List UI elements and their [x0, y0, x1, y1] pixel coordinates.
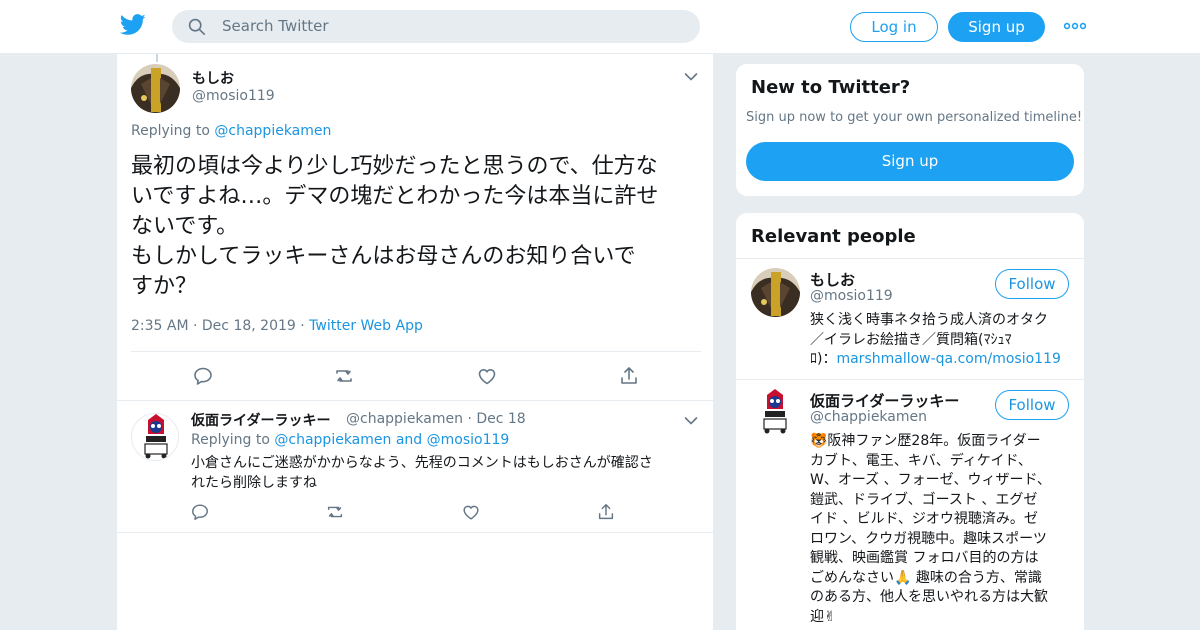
- author-handle[interactable]: @mosio119: [192, 88, 275, 104]
- divider: [131, 351, 701, 352]
- tweet-source-link[interactable]: Twitter Web App: [309, 318, 423, 334]
- replying-to-link[interactable]: @chappiekamen: [274, 432, 391, 448]
- tweet-meta: 2:35 AM · Dec 18, 2019 · Twitter Web App: [131, 318, 423, 334]
- top-navigation-bar: Search Twitter Log in Sign up: [0, 0, 1200, 54]
- more-horizontal-icon[interactable]: [1064, 18, 1086, 34]
- reply-icon[interactable]: [192, 365, 214, 387]
- share-icon[interactable]: [618, 365, 640, 387]
- search-input[interactable]: Search Twitter: [222, 18, 329, 35]
- thread-connector-line: [156, 54, 158, 62]
- replying-to-prefix: Replying to: [131, 123, 210, 139]
- card-subtitle: Sign up now to get your own personalized…: [746, 110, 1083, 125]
- person-handle[interactable]: @chappiekamen: [810, 409, 927, 425]
- reply-tweet-text: 小倉さんにご迷惑がかからなよう、先程のコメントはもしおさんが確認さ れたら削除し…: [191, 455, 653, 491]
- author-name[interactable]: もしお: [192, 68, 234, 88]
- person-bio: 🐯阪神ファン歴28年。仮面ライダー カブト、電王、キバ、ディケイド、 W、オーズ…: [810, 433, 1051, 625]
- avatar-image: [763, 389, 787, 434]
- follow-button[interactable]: Follow: [995, 269, 1069, 299]
- tweet-text: 最初の頃は今より少し巧妙だったと思うので、仕方な いですよね…。デマの塊だとわか…: [131, 154, 659, 299]
- search-icon: [188, 18, 206, 36]
- reply-author-name[interactable]: 仮面ライダーラッキー: [191, 410, 330, 430]
- avatar[interactable]: [131, 64, 180, 113]
- separator-dot: ·: [193, 318, 198, 334]
- divider: [117, 532, 715, 533]
- chevron-down-icon[interactable]: [684, 416, 698, 426]
- avatar[interactable]: [131, 413, 179, 461]
- retweet-icon[interactable]: [325, 502, 345, 522]
- person-bio-link[interactable]: marshmallow-qa.com/mosio119: [836, 351, 1060, 367]
- replying-to-line: Replying to @chappiekamen and @mosio119: [191, 432, 509, 448]
- retweet-icon[interactable]: [333, 365, 355, 387]
- relevant-people-card: Relevant people もしお @mosio119 Follow 狭く浅…: [735, 212, 1085, 630]
- person-name[interactable]: もしお: [810, 269, 855, 290]
- like-icon[interactable]: [476, 365, 498, 387]
- tweet-date[interactable]: Dec 18, 2019: [202, 318, 296, 334]
- tweet-thread-column: もしお @mosio119 Replying to @chappiekamen …: [116, 54, 715, 630]
- divider: [736, 258, 1084, 259]
- reply-date[interactable]: Dec 18: [476, 411, 525, 427]
- reply-author-handle[interactable]: @chappiekamen: [346, 411, 463, 427]
- card-title: New to Twitter?: [751, 77, 911, 98]
- chevron-down-icon[interactable]: [684, 72, 698, 82]
- avatar-image: [144, 414, 168, 459]
- card-title: Relevant people: [751, 226, 916, 247]
- signup-button[interactable]: Sign up: [948, 12, 1045, 42]
- divider: [736, 379, 1084, 380]
- person-name[interactable]: 仮面ライダーラッキー: [810, 390, 959, 411]
- divider: [117, 400, 715, 401]
- login-button[interactable]: Log in: [850, 12, 938, 42]
- avatar[interactable]: [751, 389, 799, 437]
- replying-to-and: and: [395, 432, 423, 448]
- like-icon[interactable]: [461, 502, 481, 522]
- reply-author-meta: @chappiekamen · Dec 18: [346, 411, 526, 427]
- tweet-time[interactable]: 2:35 AM: [131, 318, 189, 334]
- person-handle[interactable]: @mosio119: [810, 288, 893, 304]
- replying-to-link[interactable]: @mosio119: [427, 432, 510, 448]
- follow-button[interactable]: Follow: [995, 390, 1069, 420]
- reply-icon[interactable]: [190, 502, 210, 522]
- avatar[interactable]: [751, 268, 800, 317]
- avatar-image: [751, 268, 800, 317]
- twitter-logo-icon[interactable]: [120, 14, 146, 36]
- replying-to-prefix: Replying to: [191, 432, 270, 448]
- separator-dot: ·: [300, 318, 305, 334]
- replying-to-link[interactable]: @chappiekamen: [214, 123, 331, 139]
- signup-button[interactable]: Sign up: [746, 142, 1074, 181]
- share-icon[interactable]: [596, 502, 616, 522]
- person-bio: 狭く浅く時事ネタ拾う成人済のオタク ／イラレお絵描き／質問箱(ﾏｼｭﾏ ﾛ)：m…: [810, 311, 1072, 370]
- new-to-twitter-card: New to Twitter? Sign up now to get your …: [735, 63, 1085, 197]
- separator-dot: ·: [467, 411, 472, 427]
- avatar-image: [131, 64, 180, 113]
- replying-to-line: Replying to @chappiekamen: [131, 123, 331, 139]
- search-bar[interactable]: Search Twitter: [172, 10, 700, 43]
